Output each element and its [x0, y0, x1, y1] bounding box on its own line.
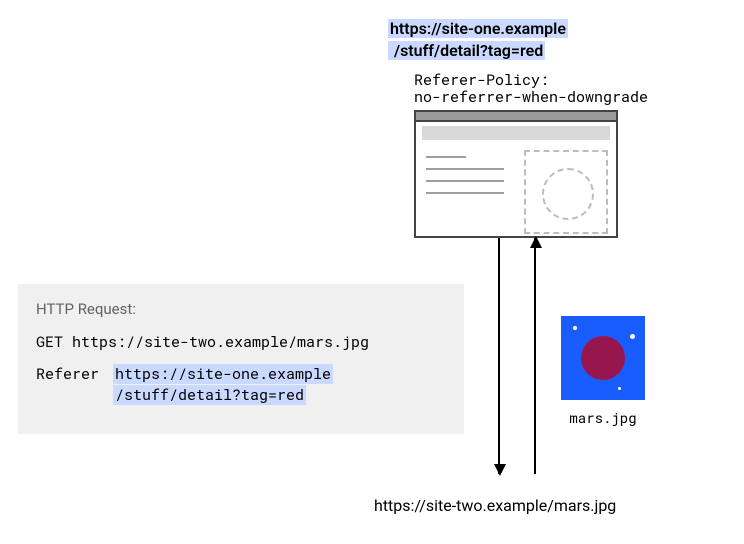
referer-policy-label: Referer-Policy: no-referrer-when-downgra…: [414, 72, 648, 107]
mars-caption: mars.jpg: [558, 408, 648, 427]
http-get-line: GET https://site-two.example/mars.jpg: [36, 332, 446, 352]
http-referer-line: Referer https://site-one.example /stuff/…: [36, 364, 446, 406]
referer-val-line-1: https://site-one.example: [113, 364, 333, 384]
policy-line-2: no-referrer-when-downgrade: [414, 87, 648, 107]
referer-value: https://site-one.example /stuff/detail?t…: [113, 364, 333, 406]
browser-address-bar: [422, 126, 610, 140]
browser-titlebar: [416, 112, 616, 122]
arrow-down-icon: [498, 238, 500, 474]
placeholder-text-lines: [426, 156, 504, 204]
origin-page-url: https://site-one.example /stuff/detail?t…: [388, 18, 568, 61]
image-placeholder-icon: [524, 150, 608, 234]
referer-val-line-2: /stuff/detail?tag=red: [113, 385, 306, 405]
http-request-box: HTTP Request: GET https://site-two.examp…: [18, 284, 464, 434]
arrow-up-icon: [534, 238, 536, 474]
resource-url: https://site-two.example/mars.jpg: [374, 496, 616, 515]
http-request-label: HTTP Request:: [36, 300, 446, 318]
url-line-1: https://site-one.example: [388, 19, 568, 38]
browser-window-icon: [414, 110, 618, 238]
url-line-2: /stuff/detail?tag=red: [388, 41, 545, 60]
request-response-arrows: [488, 238, 558, 484]
mars-thumbnail-icon: [561, 316, 645, 400]
referer-key: Referer: [36, 364, 99, 406]
browser-content: [416, 146, 616, 236]
mars-image: mars.jpg: [558, 316, 648, 427]
